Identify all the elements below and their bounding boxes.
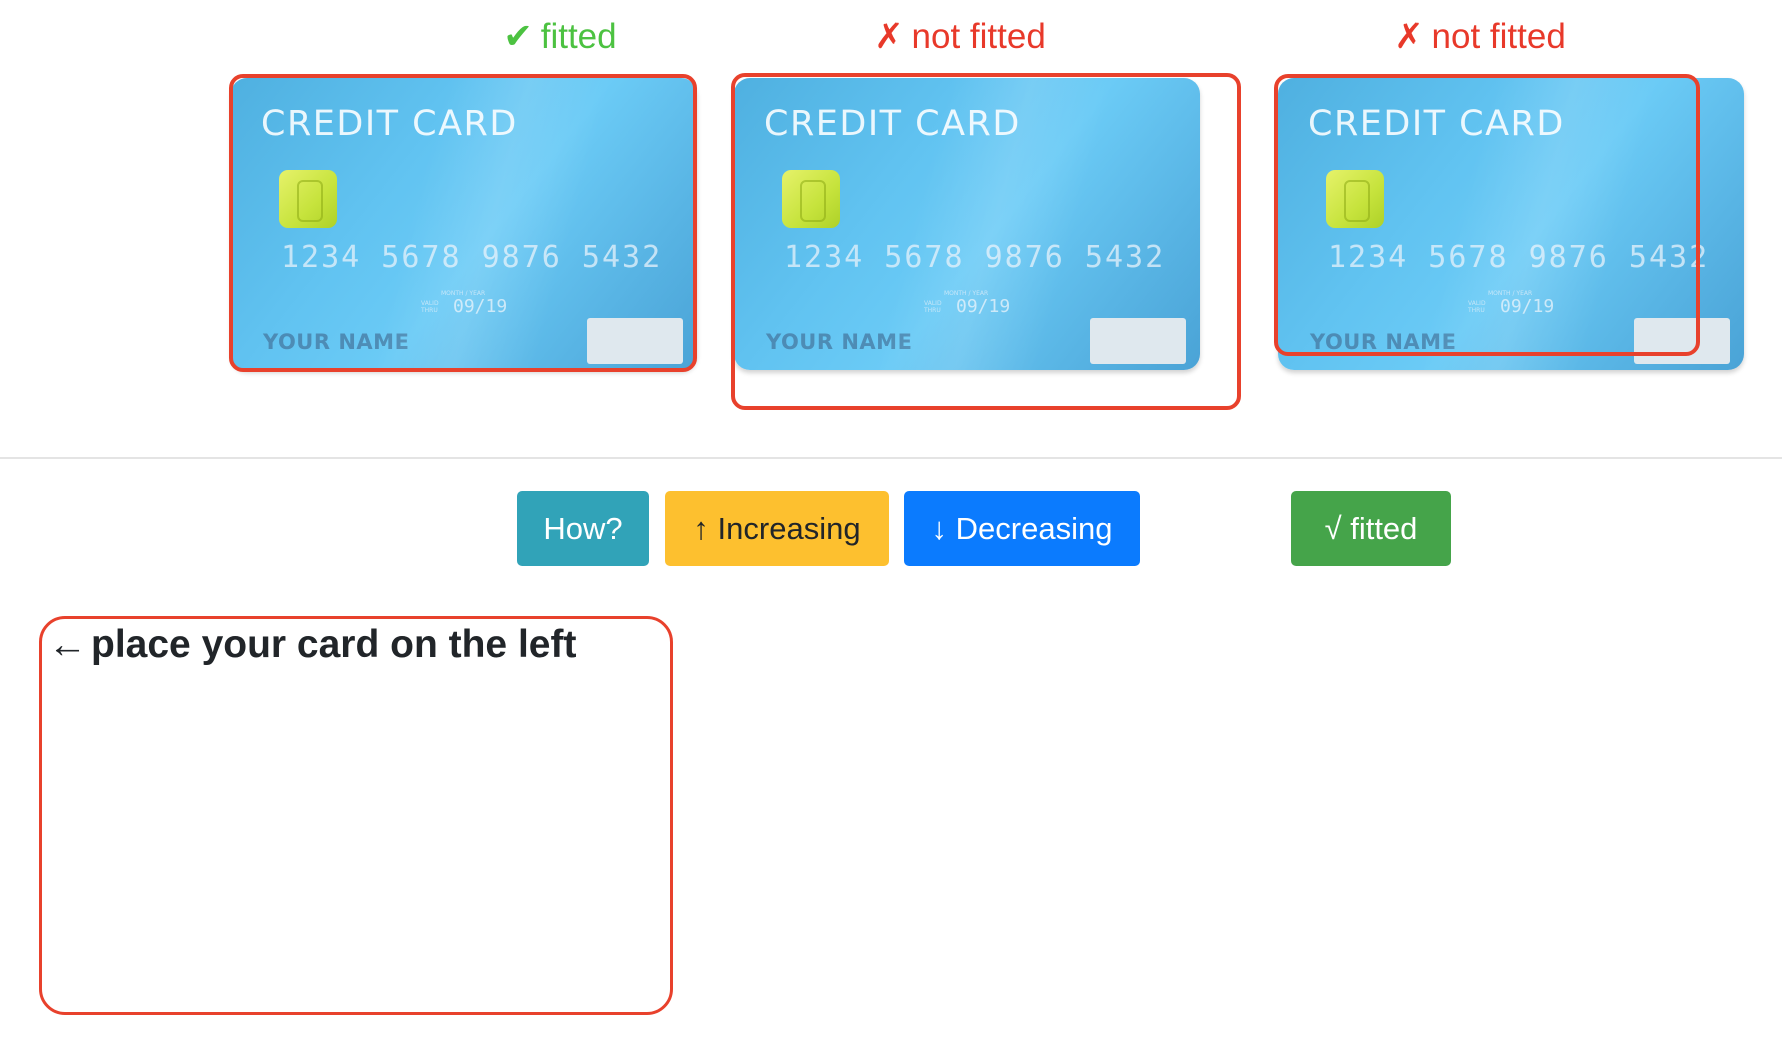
card-holder-name: YOUR NAME [263, 330, 410, 354]
section-divider [0, 457, 1782, 459]
credit-card-image: CREDIT CARD 1234 5678 9876 5432 MONTH / … [734, 78, 1200, 370]
check-icon: ✔ [503, 17, 533, 56]
card-expiry: 09/19 [453, 296, 508, 317]
chip-icon [279, 170, 337, 228]
card-valid-label: VALID THRU [421, 300, 439, 314]
placement-hint: ← place your card on the left [48, 619, 576, 671]
signature-strip [587, 318, 683, 364]
chip-icon [782, 170, 840, 228]
decreasing-button[interactable]: ↓ Decreasing [904, 491, 1140, 566]
card-expiry-header: MONTH / YEAR [944, 290, 989, 297]
card-holder-name: YOUR NAME [766, 330, 913, 354]
credit-card-image: CREDIT CARD 1234 5678 9876 5432 MONTH / … [1278, 78, 1744, 370]
card-number: 1234 5678 9876 5432 [281, 240, 663, 275]
cross-icon: ✗ [1394, 17, 1424, 56]
example-not-fitted-caption: ✗ not fitted [800, 14, 1120, 60]
signature-strip [1634, 318, 1730, 364]
example-fitted-caption: ✔ fitted [390, 14, 730, 60]
card-title: CREDIT CARD [764, 104, 1021, 144]
card-expiry-header: MONTH / YEAR [441, 290, 486, 297]
card-valid-label: VALID THRU [1468, 300, 1486, 314]
chip-icon [1326, 170, 1384, 228]
card-number: 1234 5678 9876 5432 [1328, 240, 1710, 275]
status-text: fitted [540, 17, 617, 56]
card-number: 1234 5678 9876 5432 [784, 240, 1166, 275]
arrow-left-icon: ← [48, 623, 87, 666]
card-expiry: 09/19 [1500, 296, 1555, 317]
signature-strip [1090, 318, 1186, 364]
status-text: not fitted [1431, 17, 1566, 56]
card-title: CREDIT CARD [1308, 104, 1565, 144]
card-title: CREDIT CARD [261, 104, 518, 144]
card-expiry: 09/19 [956, 296, 1011, 317]
increasing-button[interactable]: ↑ Increasing [665, 491, 889, 566]
card-holder-name: YOUR NAME [1310, 330, 1457, 354]
fitted-button[interactable]: √ fitted [1291, 491, 1451, 566]
example-not-fitted-caption: ✗ not fitted [1320, 14, 1640, 60]
card-placement-frame[interactable]: ← place your card on the left [39, 616, 673, 1015]
card-valid-label: VALID THRU [924, 300, 942, 314]
card-expiry-header: MONTH / YEAR [1488, 290, 1533, 297]
status-text: not fitted [911, 17, 1046, 56]
credit-card-image: CREDIT CARD 1234 5678 9876 5432 MONTH / … [231, 78, 697, 370]
how-button[interactable]: How? [517, 491, 649, 566]
placement-hint-text: place your card on the left [91, 623, 577, 666]
cross-icon: ✗ [874, 17, 904, 56]
